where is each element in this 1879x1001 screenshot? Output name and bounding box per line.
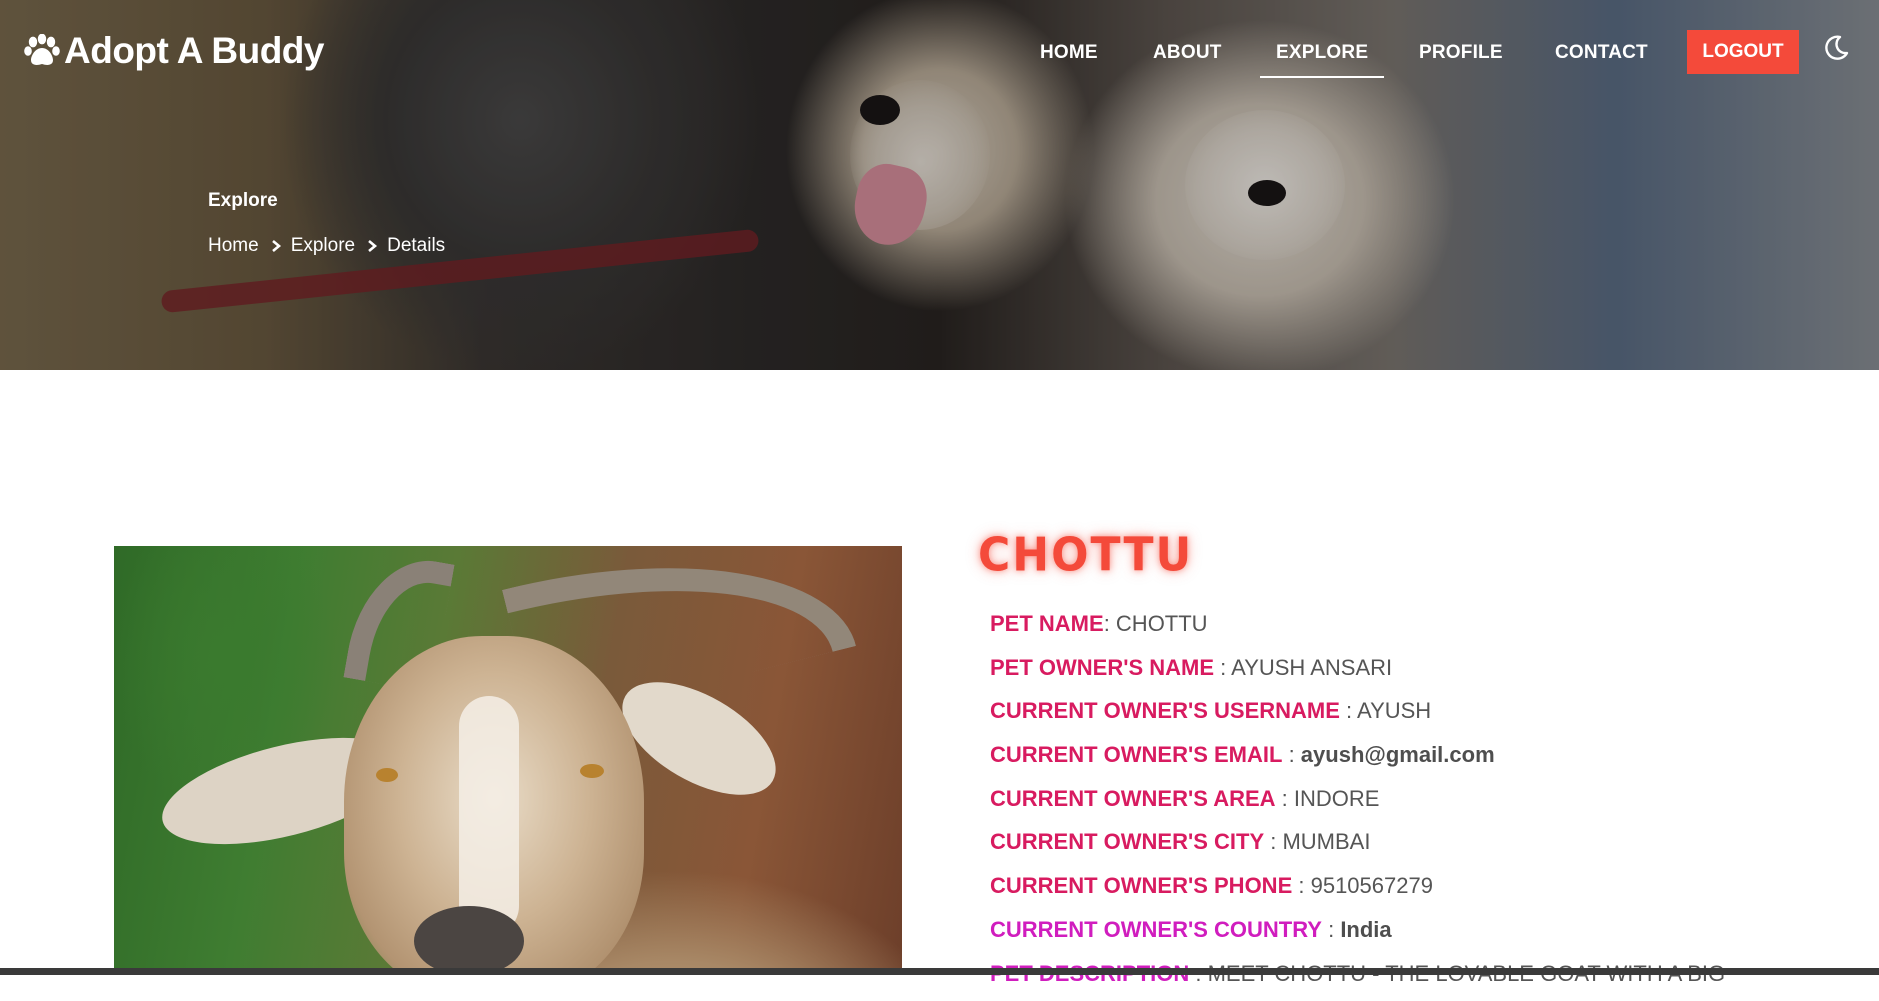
chevron-right-icon bbox=[365, 239, 379, 253]
detail-owner-name: PET OWNER'S NAME : AYUSH ANSARI bbox=[990, 652, 1850, 696]
breadcrumb-home[interactable]: Home bbox=[208, 235, 259, 257]
detail-owner-phone: CURRENT OWNER'S PHONE : 9510567279 bbox=[990, 870, 1850, 914]
goat-nose bbox=[414, 906, 524, 970]
detail-value: AYUSH ANSARI bbox=[1231, 655, 1392, 680]
detail-label: CURRENT OWNER'S EMAIL bbox=[990, 742, 1282, 767]
detail-label: CURRENT OWNER'S CITY bbox=[990, 829, 1264, 854]
breadcrumb-explore[interactable]: Explore bbox=[291, 235, 355, 257]
detail-owner-email: CURRENT OWNER'S EMAIL : ayush@gmail.com bbox=[990, 739, 1850, 783]
detail-separator: : bbox=[1282, 742, 1300, 767]
pet-name-heading: CHOTTU bbox=[978, 529, 1193, 583]
detail-value: India bbox=[1340, 917, 1391, 942]
detail-value: 9510567279 bbox=[1311, 873, 1433, 898]
detail-separator: : bbox=[1264, 829, 1282, 854]
detail-value: INDORE bbox=[1294, 786, 1380, 811]
detail-label: CURRENT OWNER'S PHONE bbox=[990, 873, 1292, 898]
main-nav: HOME ABOUT EXPLORE PROFILE CONTACT bbox=[0, 38, 1879, 78]
detail-owner-area: CURRENT OWNER'S AREA : INDORE bbox=[990, 783, 1850, 827]
nav-explore[interactable]: EXPLORE bbox=[1276, 42, 1368, 64]
detail-separator: : bbox=[1292, 873, 1310, 898]
goat-stripe bbox=[459, 696, 519, 936]
pet-details: PET NAME: CHOTTU PET OWNER'S NAME : AYUS… bbox=[990, 608, 1850, 1001]
detail-label: CURRENT OWNER'S AREA bbox=[990, 786, 1276, 811]
detail-pet-description: PET DESCRIPTION : MEET CHOTTU - THE LOVA… bbox=[990, 958, 1850, 1001]
detail-separator: : bbox=[1214, 655, 1231, 680]
detail-value: CHOTTU bbox=[1116, 611, 1208, 636]
goat-eye-right bbox=[580, 764, 604, 778]
nav-about[interactable]: ABOUT bbox=[1153, 42, 1222, 64]
detail-pet-name: PET NAME: CHOTTU bbox=[990, 608, 1850, 652]
detail-owner-country: CURRENT OWNER'S COUNTRY : India bbox=[990, 914, 1850, 958]
detail-separator: : bbox=[1104, 611, 1116, 636]
detail-value: ayush@gmail.com bbox=[1301, 742, 1495, 767]
nav-profile[interactable]: PROFILE bbox=[1419, 42, 1503, 64]
detail-label: PET OWNER'S NAME bbox=[990, 655, 1214, 680]
logout-button[interactable]: LOGOUT bbox=[1687, 30, 1799, 74]
detail-owner-username: CURRENT OWNER'S USERNAME : AYUSH bbox=[990, 695, 1850, 739]
nav-contact[interactable]: CONTACT bbox=[1555, 42, 1648, 64]
detail-value: MUMBAI bbox=[1282, 829, 1370, 854]
goat-eye-left bbox=[376, 768, 398, 782]
detail-separator: : bbox=[1322, 917, 1340, 942]
breadcrumb: Home Explore Details bbox=[208, 235, 445, 257]
chevron-right-icon bbox=[269, 239, 283, 253]
nav-home[interactable]: HOME bbox=[1040, 42, 1098, 64]
detail-label: PET NAME bbox=[990, 611, 1104, 636]
detail-separator: : bbox=[1276, 786, 1294, 811]
moon-icon[interactable] bbox=[1822, 34, 1850, 62]
window-bottom-edge bbox=[0, 968, 1879, 975]
detail-separator: : bbox=[1340, 698, 1357, 723]
pet-photo bbox=[114, 546, 902, 970]
detail-value: AYUSH bbox=[1357, 698, 1431, 723]
detail-owner-city: CURRENT OWNER'S CITY : MUMBAI bbox=[990, 826, 1850, 870]
breadcrumb-details: Details bbox=[387, 235, 445, 257]
detail-label: CURRENT OWNER'S USERNAME bbox=[990, 698, 1340, 723]
page-title: Explore bbox=[208, 190, 278, 212]
detail-label: CURRENT OWNER'S COUNTRY bbox=[990, 917, 1322, 942]
